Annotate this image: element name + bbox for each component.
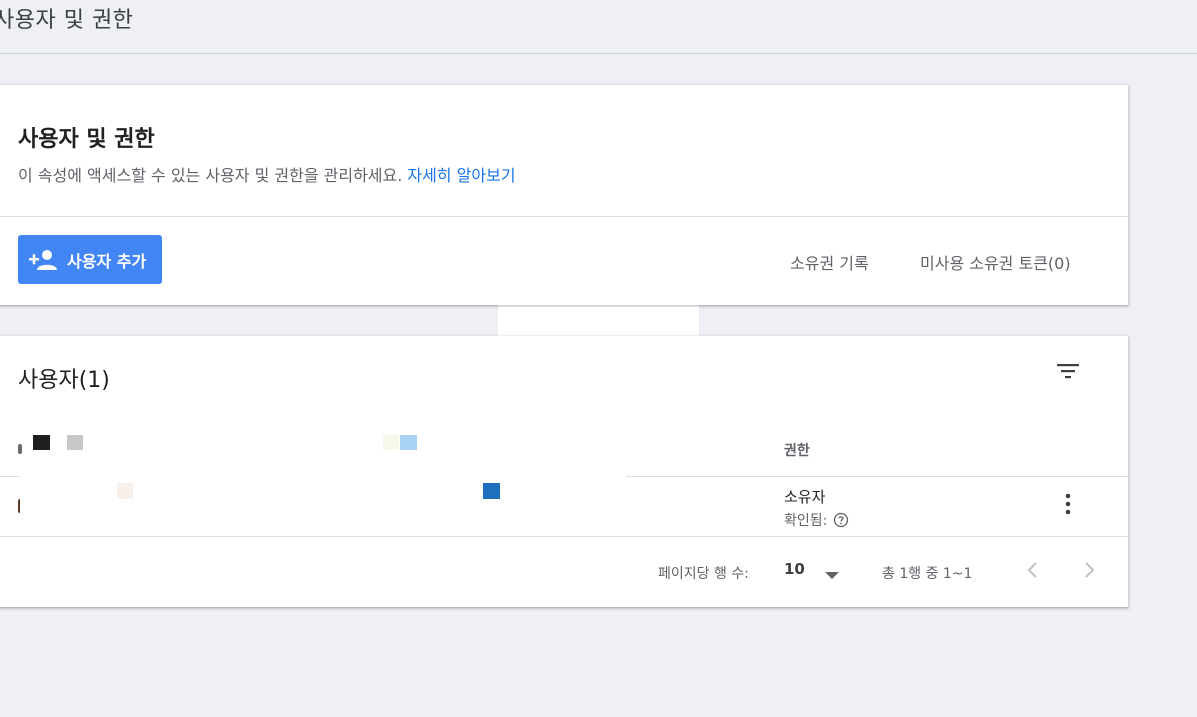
rows-per-page-value: 10 <box>784 560 805 578</box>
redacted-block <box>483 483 500 499</box>
redacted-user-info <box>20 470 626 530</box>
more-vert-icon[interactable] <box>1058 492 1078 516</box>
dropdown-caret-icon <box>824 565 839 579</box>
rows-per-page-label: 페이지당 행 수: <box>658 566 749 582</box>
verification-status: 확인됨: <box>784 510 849 530</box>
filter-icon[interactable] <box>1054 360 1082 384</box>
user-role: 소유자 <box>784 488 826 506</box>
unused-ownership-tokens-button[interactable]: 미사용 소유권 토큰(0) <box>920 250 1071 274</box>
person-add-icon <box>28 248 58 272</box>
rows-per-page-select[interactable]: 10 <box>784 560 839 579</box>
column-header-role: 권한 <box>784 443 810 459</box>
card-divider <box>0 216 1128 217</box>
users-card: 사용자(1) 권한 소유자 확인됨: 페이지당 행 수: 10 총 1행 중 1… <box>0 336 1128 607</box>
description-text: 이 속성에 액세스할 수 있는 사용자 및 권한을 관리하세요. <box>18 166 408 185</box>
redacted-block <box>67 435 83 450</box>
pagination-range: 총 1행 중 1~1 <box>882 566 973 582</box>
chevron-left-icon[interactable] <box>1023 559 1043 581</box>
redacted-area-edge <box>498 305 699 307</box>
ownership-history-button[interactable]: 소유권 기록 <box>790 250 869 274</box>
chevron-right-icon[interactable] <box>1079 559 1099 581</box>
row-divider <box>0 536 1128 537</box>
redacted-block <box>117 483 133 499</box>
add-user-label: 사용자 추가 <box>67 251 147 271</box>
add-user-button[interactable]: 사용자 추가 <box>18 235 162 284</box>
redacted-area <box>498 305 699 336</box>
help-icon[interactable] <box>833 512 849 528</box>
overview-card: 사용자 및 권한 이 속성에 액세스할 수 있는 사용자 및 권한을 관리하세요… <box>0 85 1128 305</box>
learn-more-link[interactable]: 자세히 알아보기 <box>407 166 515 185</box>
redacted-block <box>33 435 50 450</box>
page-title: 사용자 및 권한 <box>0 8 134 33</box>
overview-card-description: 이 속성에 액세스할 수 있는 사용자 및 권한을 관리하세요. 자세히 알아보… <box>18 162 516 186</box>
page-header: 사용자 및 권한 <box>0 0 1197 54</box>
redacted-block <box>400 435 417 450</box>
verification-label: 확인됨: <box>784 513 828 529</box>
overview-card-title: 사용자 및 권한 <box>18 127 155 152</box>
redacted-fragment <box>18 444 22 454</box>
users-title: 사용자(1) <box>18 368 110 393</box>
redacted-block <box>383 435 399 450</box>
